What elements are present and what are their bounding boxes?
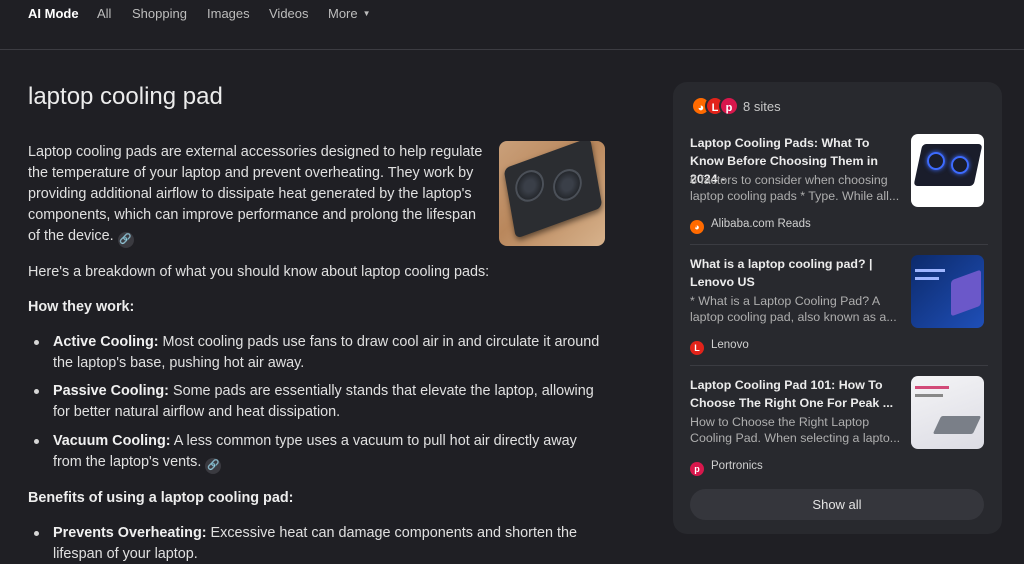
tab-videos[interactable]: Videos (269, 6, 309, 21)
source-snippet: 6 factors to consider when choosing lapt… (690, 173, 900, 203)
list-item: Prevents Overheating: Excessive heat can… (34, 523, 608, 564)
search-mode-tabs: AI Mode All Shopping Images Videos More ▼ (0, 0, 1024, 50)
tab-images[interactable]: Images (207, 6, 250, 21)
source-attribution: ◕ Alibaba.com Reads (690, 218, 811, 234)
page-title: laptop cooling pad (28, 83, 223, 110)
divider (690, 244, 988, 245)
source-title[interactable]: What is a laptop cooling pad? | Lenovo U… (690, 255, 902, 291)
text-line-shape (915, 394, 943, 397)
laptop-shape (951, 269, 981, 317)
source-card[interactable]: Laptop Cooling Pads: What To Know Before… (690, 134, 988, 252)
intro-paragraph: Laptop cooling pads are external accesso… (28, 142, 488, 248)
sites-count: 8 sites (743, 99, 781, 114)
divider (690, 365, 988, 366)
breakdown-paragraph: Here's a breakdown of what you should kn… (28, 264, 490, 280)
show-all-button[interactable]: Show all (690, 489, 984, 520)
cooling-pad-shape (932, 416, 982, 434)
portronics-favicon-icon: p (719, 96, 739, 116)
text-line-shape (915, 277, 939, 280)
fan-shape (512, 165, 547, 206)
source-attribution: L Lenovo (690, 339, 749, 355)
list-item: Active Cooling: Most cooling pads use fa… (34, 332, 608, 374)
chevron-down-icon: ▼ (362, 9, 371, 18)
source-thumbnail[interactable] (911, 255, 984, 328)
cooling-pad-image[interactable] (499, 141, 605, 246)
fan-shape (927, 152, 945, 170)
link-icon[interactable]: 🔗 (117, 232, 134, 248)
tab-all[interactable]: All (97, 6, 111, 21)
tab-ai-mode[interactable]: AI Mode (28, 6, 79, 21)
lenovo-icon: L (690, 341, 704, 355)
source-thumbnail[interactable] (911, 134, 984, 207)
list-item: Vacuum Cooling: A less common type uses … (34, 431, 608, 474)
portronics-icon: p (690, 462, 704, 476)
list-item: Passive Cooling: Some pads are essential… (34, 381, 608, 423)
alibaba-icon: ◕ (690, 220, 704, 234)
source-snippet: How to Choose the Right Laptop Cooling P… (690, 415, 901, 445)
source-thumbnail[interactable] (911, 376, 984, 449)
tab-more[interactable]: More ▼ (328, 6, 371, 21)
bullet-term: Passive Cooling: (53, 383, 169, 399)
source-card[interactable]: Laptop Cooling Pad 101: How To Choose Th… (690, 376, 988, 494)
source-card[interactable]: What is a laptop cooling pad? | Lenovo U… (690, 255, 988, 373)
source-title[interactable]: Laptop Cooling Pad 101: How To Choose Th… (690, 376, 902, 412)
text-line-shape (915, 386, 949, 389)
how-they-work-heading: How they work: (28, 299, 135, 315)
bullet-term: Prevents Overheating: (53, 525, 207, 541)
fan-shape (951, 156, 969, 174)
cooling-pad-shape (503, 141, 603, 239)
sources-panel: ◕ L p 8 sites Laptop Cooling Pads: What … (673, 82, 1002, 534)
site-favicons: ◕ L p (691, 96, 741, 116)
fan-shape (550, 164, 585, 205)
intro-text: Laptop cooling pads are external accesso… (28, 144, 483, 244)
cooling-pad-shape (913, 144, 983, 186)
source-snippet: * What is a Laptop Cooling Pad? A laptop… (690, 294, 897, 324)
tab-more-label: More (328, 6, 358, 21)
source-attribution: p Portronics (690, 460, 763, 476)
bullet-term: Vacuum Cooling: (53, 433, 171, 449)
source-name: Alibaba.com Reads (711, 218, 811, 230)
source-name: Lenovo (711, 339, 749, 351)
link-icon[interactable]: 🔗 (205, 458, 222, 474)
tab-shopping[interactable]: Shopping (132, 6, 187, 21)
text-line-shape (915, 269, 945, 272)
source-name: Portronics (711, 460, 763, 472)
benefits-heading: Benefits of using a laptop cooling pad: (28, 490, 294, 506)
bullet-term: Active Cooling: (53, 334, 159, 350)
